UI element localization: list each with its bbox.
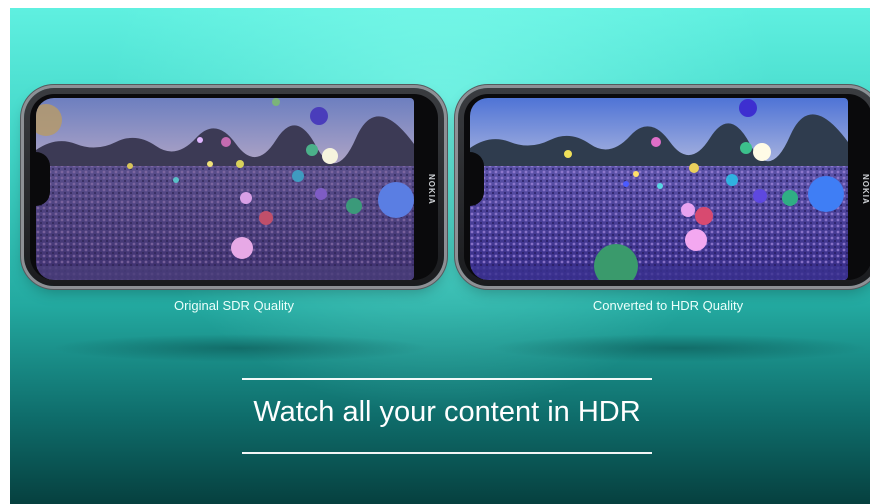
right-phone: NOKIA <box>458 88 870 286</box>
left-phone-notch <box>30 152 50 206</box>
right-phone-brand: NOKIA <box>861 173 870 205</box>
tagline-bottom-rule <box>242 452 652 454</box>
sdr-concert-image <box>36 98 414 280</box>
tagline: Watch all your content in HDR <box>253 396 641 428</box>
left-phone-bezel: NOKIA <box>30 94 438 280</box>
left-caption: Original SDR Quality <box>174 298 294 313</box>
left-phone-brand: NOKIA <box>427 173 436 205</box>
tagline-top-rule <box>242 378 652 380</box>
right-phone-bezel: NOKIA <box>464 94 870 280</box>
right-phone-screen <box>470 98 848 280</box>
hdr-concert-image <box>470 98 848 280</box>
left-phone-shadow <box>50 334 430 362</box>
slide-frame: NOKIA NOKIA Original SDR Quality Convert… <box>10 8 870 504</box>
right-phone-shadow <box>490 334 870 362</box>
left-phone-screen <box>36 98 414 280</box>
left-phone: NOKIA <box>24 88 444 286</box>
right-phone-notch <box>464 152 484 206</box>
right-caption: Converted to HDR Quality <box>592 298 744 313</box>
